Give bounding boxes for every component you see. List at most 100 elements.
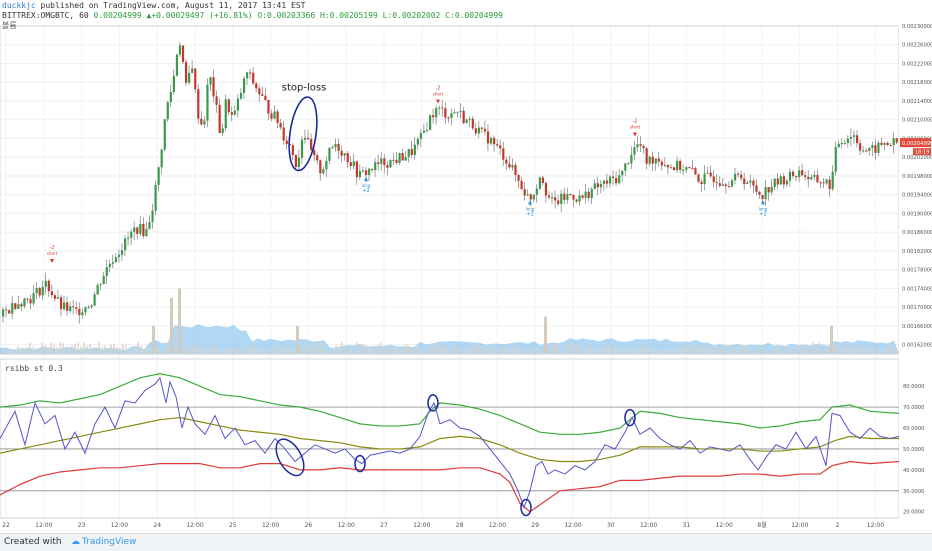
volume-bar <box>575 344 577 354</box>
candle-body <box>788 171 792 181</box>
brand-link[interactable]: TradingView <box>82 537 136 547</box>
volume-bar <box>485 351 487 354</box>
candlestick-series <box>2 42 898 324</box>
candle-body <box>767 187 770 193</box>
volume-bar <box>257 350 259 354</box>
price-tick-label: 0.00194000 <box>902 193 932 199</box>
candle-body <box>706 172 709 174</box>
volume-bar <box>443 343 445 354</box>
candle-body <box>871 145 874 148</box>
volume-bar <box>47 347 49 354</box>
long-arrow-icon <box>528 200 532 205</box>
candle-body <box>608 176 612 184</box>
candle-body <box>194 68 197 90</box>
candle-body <box>630 154 633 164</box>
volume-bar <box>320 343 322 354</box>
candle-body <box>11 303 14 314</box>
time-tick-label: 12:00 <box>35 522 52 529</box>
candle-body <box>822 182 825 184</box>
candle-body <box>840 142 843 144</box>
volume-bar <box>800 347 802 354</box>
volume-bar <box>770 351 772 354</box>
candle-body <box>740 174 743 179</box>
volume-bar <box>68 347 70 354</box>
candle-body <box>313 150 316 156</box>
candle-body <box>486 131 490 144</box>
volume-bar <box>341 342 343 354</box>
volume-bar <box>635 349 637 354</box>
volume-spike <box>296 325 299 354</box>
volume-bar <box>185 344 187 354</box>
author-link[interactable]: duckkjc <box>2 1 36 10</box>
candle-body <box>81 312 84 316</box>
candle-body <box>105 267 108 277</box>
volume-bar <box>473 342 475 354</box>
volume-bar <box>740 344 742 354</box>
volume-bar <box>527 347 529 354</box>
candle-body <box>663 165 667 167</box>
candle-body <box>483 128 487 132</box>
volume-bar <box>593 351 595 354</box>
volume-bar <box>224 347 226 354</box>
candle-body <box>395 159 398 163</box>
symbol-line: BITTREX:OMGBTC, 60 0.00204999 ▲+0.000294… <box>2 11 503 21</box>
candle-body <box>72 306 75 308</box>
candle-body <box>410 149 413 155</box>
volume-bar <box>407 344 409 354</box>
timer-label: 18:19 <box>915 150 929 156</box>
price-tick-label: 0.00222000 <box>902 61 932 67</box>
candle-body <box>770 186 773 193</box>
volume-bar <box>599 348 601 354</box>
candle-body <box>84 307 87 313</box>
volume-bar <box>596 345 598 354</box>
volume-bar <box>287 349 289 354</box>
candle-body <box>724 184 728 187</box>
time-tick-label: 12:00 <box>489 522 506 529</box>
candle-body <box>523 189 526 196</box>
candle-body <box>328 147 331 161</box>
candle-body <box>425 130 429 132</box>
candle-body <box>825 179 828 184</box>
volume-spike <box>178 288 181 354</box>
volume-bar <box>602 349 604 354</box>
time-tick-label: 25 <box>229 522 237 529</box>
candle-body <box>93 294 96 306</box>
candle-body <box>166 102 169 120</box>
candle-body <box>554 197 557 201</box>
indicator-tick-label: 20.0000 <box>903 510 924 516</box>
candle-body <box>453 112 456 114</box>
price-tick-label: 0.00226000 <box>902 43 932 49</box>
volume-bar <box>92 347 94 354</box>
volume-bar <box>104 345 106 354</box>
candle-body <box>746 182 749 184</box>
volume-bar <box>542 351 544 354</box>
volume-bar <box>38 350 40 354</box>
volume-bar <box>44 345 46 354</box>
candle-body <box>117 254 121 258</box>
volume-bar <box>281 351 283 354</box>
volume-bar <box>713 349 715 354</box>
candle-body <box>852 135 856 137</box>
volume-bar <box>548 347 550 354</box>
candle-body <box>502 148 505 160</box>
candle-body <box>615 178 618 184</box>
candle-body <box>242 78 246 93</box>
candle-body <box>246 72 249 79</box>
volume-bar <box>893 349 895 354</box>
volume-bar <box>557 343 559 354</box>
candle-body <box>435 108 438 118</box>
candle-body <box>279 123 282 128</box>
volume-bar <box>14 351 16 354</box>
candle-body <box>633 147 636 155</box>
candle-body <box>511 165 514 168</box>
volume-bar <box>146 345 148 354</box>
candle-body <box>334 143 337 148</box>
candle-body <box>127 237 130 239</box>
candle-body <box>843 142 846 144</box>
volume-bar <box>263 349 265 354</box>
volume-bar <box>638 347 640 354</box>
volume-bar <box>449 351 451 354</box>
volume-bar <box>383 345 385 354</box>
candle-body <box>727 186 731 188</box>
volume-bar <box>755 347 757 354</box>
